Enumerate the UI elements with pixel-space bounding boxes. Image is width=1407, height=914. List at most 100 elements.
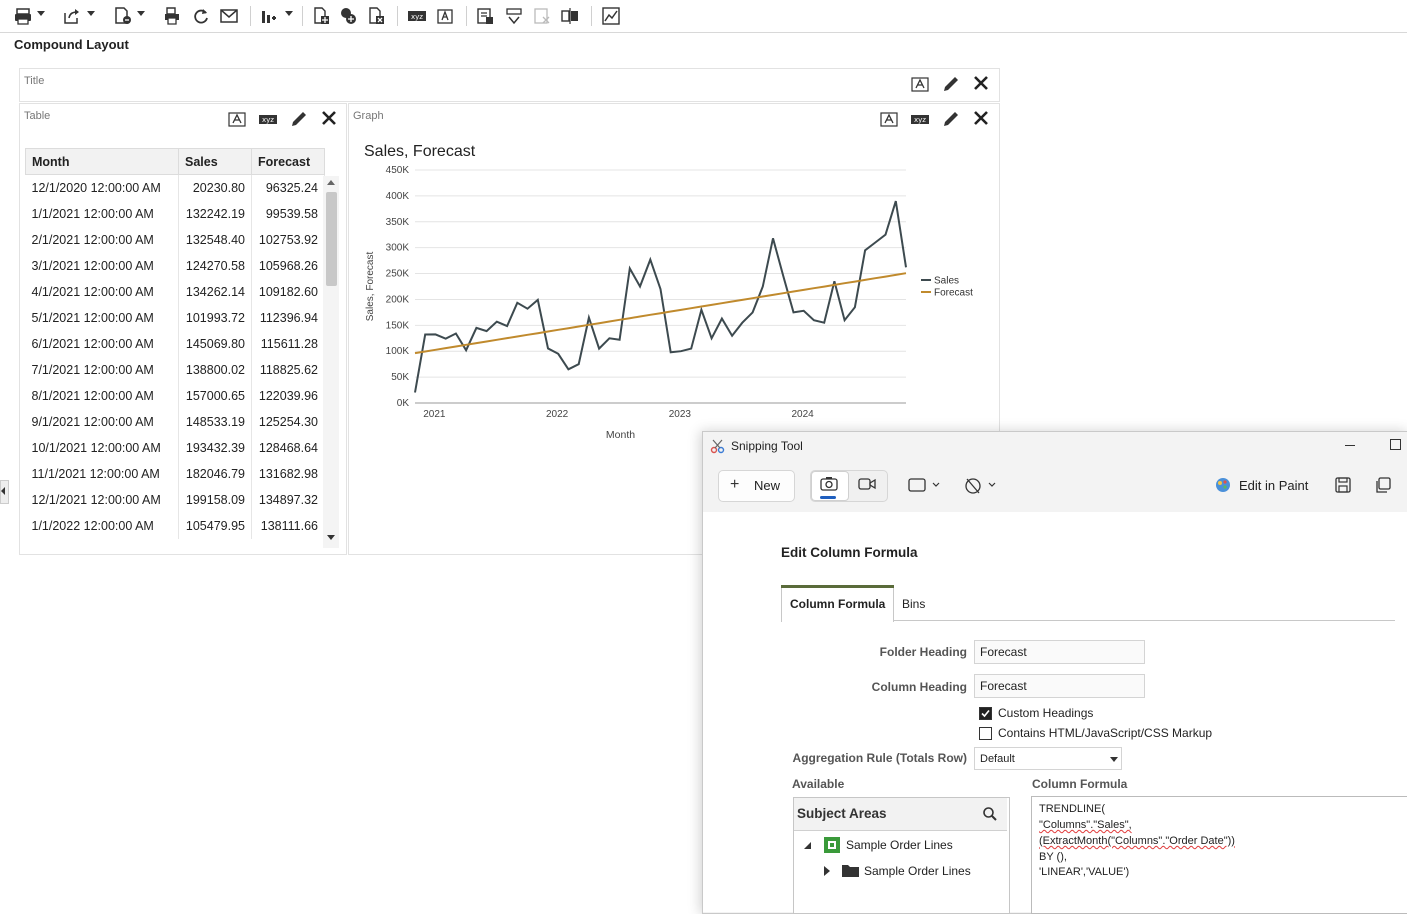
print-icon[interactable]	[14, 7, 32, 25]
chevron-down-icon[interactable]	[285, 11, 293, 16]
scroll-down-icon[interactable]	[327, 535, 335, 540]
format-container-icon[interactable]	[227, 109, 247, 129]
ungroup-icon[interactable]	[505, 7, 523, 25]
cell-sales: 132548.40	[178, 227, 252, 253]
text-format-icon[interactable]	[436, 7, 454, 25]
table-row[interactable]: 2/1/2021 12:00:00 AM 132548.40 102753.92	[25, 227, 325, 253]
table-row[interactable]: 9/1/2021 12:00:00 AM 148533.19 125254.30	[25, 409, 325, 435]
search-icon[interactable]	[982, 806, 998, 827]
collapsed-triangle-icon[interactable]	[824, 866, 830, 876]
chart-type-icon[interactable]	[260, 7, 278, 25]
close-icon[interactable]	[971, 108, 991, 128]
table-row[interactable]: 3/1/2021 12:00:00 AM 124270.58 105968.26	[25, 253, 325, 279]
tree-item-sample-order-lines[interactable]: Sample Order Lines	[846, 838, 953, 852]
table-row[interactable]: 10/1/2021 12:00:00 AM 193432.39 128468.64	[25, 435, 325, 461]
cell-forecast: 131682.98	[251, 461, 325, 487]
cell-forecast: 112396.94	[251, 305, 325, 331]
table-row[interactable]: 6/1/2021 12:00:00 AM 145069.80 115611.28	[25, 331, 325, 357]
data-table: Month Sales Forecast 12/1/2020 12:00:00 …	[25, 148, 325, 539]
cell-sales: 132242.19	[178, 201, 252, 227]
folder-heading-input[interactable]: Forecast	[974, 640, 1145, 664]
refresh-views-icon[interactable]	[114, 7, 132, 25]
chevron-down-icon[interactable]	[37, 11, 45, 16]
add-filter-icon[interactable]	[339, 7, 357, 25]
markup-label: Contains HTML/JavaScript/CSS Markup	[998, 726, 1213, 740]
column-heading-input[interactable]: Forecast	[974, 674, 1145, 698]
svg-text:xyz: xyz	[914, 116, 926, 124]
cell-sales: 157000.65	[178, 383, 252, 409]
cell-month: 12/1/2020 12:00:00 AM	[25, 174, 179, 201]
minimize-icon[interactable]	[1345, 445, 1355, 446]
chevron-down-icon[interactable]	[1110, 757, 1118, 762]
refresh-icon[interactable]	[192, 7, 210, 25]
snip-shape-icon[interactable]	[908, 477, 942, 498]
formula-line: (ExtractMonth("Columns"."Order Date"))	[1039, 835, 1235, 847]
table-row[interactable]: 4/1/2021 12:00:00 AM 134262.14 109182.60	[25, 279, 325, 305]
y-tick-label: 0K	[397, 398, 410, 409]
chart-edit-icon[interactable]	[602, 7, 620, 25]
insert-view-icon[interactable]	[476, 7, 494, 25]
format-container-icon[interactable]	[879, 109, 899, 129]
xyz-format-icon[interactable]: xyz	[408, 7, 426, 25]
page-title: Compound Layout	[14, 37, 129, 52]
video-icon[interactable]	[858, 477, 876, 496]
table-row[interactable]: 7/1/2021 12:00:00 AM 138800.02 118825.62	[25, 357, 325, 383]
cell-month: 9/1/2021 12:00:00 AM	[25, 409, 179, 435]
add-section-icon[interactable]	[367, 7, 385, 25]
close-icon[interactable]	[319, 108, 339, 128]
folder-heading-label: Folder Heading	[879, 645, 967, 659]
cell-sales: 199158.09	[178, 487, 252, 513]
column-header-sales[interactable]: Sales	[178, 148, 252, 175]
edit-pencil-icon[interactable]	[941, 74, 961, 94]
edit-in-paint-button[interactable]: Edit in Paint	[1239, 478, 1308, 493]
scrollbar-thumb[interactable]	[326, 192, 337, 286]
table-row[interactable]: 5/1/2021 12:00:00 AM 101993.72 112396.94	[25, 305, 325, 331]
cell-sales: 138800.02	[178, 357, 252, 383]
export-icon[interactable]	[63, 7, 81, 25]
active-tab-indicator	[781, 585, 894, 588]
tree-item-sample-order-lines-folder[interactable]: Sample Order Lines	[864, 864, 971, 878]
print-view-icon[interactable]	[163, 7, 181, 25]
y-tick-label: 400K	[386, 191, 410, 202]
table-row[interactable]: 12/1/2021 12:00:00 AM 199158.09 134897.32	[25, 487, 325, 513]
expanded-triangle-icon[interactable]	[804, 842, 811, 849]
table-row[interactable]: 1/1/2021 12:00:00 AM 132242.19 99539.58	[25, 201, 325, 227]
delay-timer-icon[interactable]	[964, 476, 998, 499]
cell-forecast: 99539.58	[251, 201, 325, 227]
plus-icon: +	[730, 476, 740, 493]
toolbar-divider	[591, 6, 592, 26]
chevron-left-icon[interactable]	[1, 487, 5, 495]
y-tick-label: 350K	[386, 217, 410, 228]
column-header-month[interactable]: Month	[25, 148, 179, 175]
table-row[interactable]: 8/1/2021 12:00:00 AM 157000.65 122039.96	[25, 383, 325, 409]
split-view-icon[interactable]	[561, 7, 579, 25]
table-row[interactable]: 1/1/2022 12:00:00 AM 105479.95 138111.66	[25, 513, 325, 539]
edit-pencil-icon[interactable]	[289, 109, 309, 129]
chevron-down-icon[interactable]	[137, 11, 145, 16]
chevron-down-icon[interactable]	[87, 11, 95, 16]
table-row[interactable]: 11/1/2021 12:00:00 AM 182046.79 131682.98	[25, 461, 325, 487]
toolbar-divider	[397, 6, 398, 26]
cell-sales: 145069.80	[178, 331, 252, 357]
cell-sales: 101993.72	[178, 305, 252, 331]
subject-areas-title: Subject Areas	[797, 806, 887, 821]
edit-pencil-icon[interactable]	[941, 109, 961, 129]
format-container-icon[interactable]	[910, 74, 930, 94]
table-row[interactable]: 12/1/2020 12:00:00 AM 20230.80 96325.24	[25, 174, 325, 201]
tab-bins[interactable]: Bins	[902, 597, 925, 611]
close-icon[interactable]	[971, 73, 991, 93]
aggregation-rule-select[interactable]: Default	[974, 747, 1122, 770]
email-icon[interactable]	[220, 7, 238, 25]
xyz-format-icon[interactable]: xyz	[258, 109, 278, 129]
markup-checkbox[interactable]	[979, 727, 992, 740]
xyz-format-icon[interactable]: xyz	[910, 109, 930, 129]
formula-line: "Columns"."Sales",	[1039, 819, 1132, 831]
copy-icon[interactable]	[1375, 477, 1391, 498]
maximize-icon[interactable]	[1390, 439, 1401, 450]
custom-headings-checkbox[interactable]	[979, 707, 992, 720]
scroll-up-icon[interactable]	[327, 180, 335, 185]
add-view-icon[interactable]	[312, 7, 330, 25]
column-header-forecast[interactable]: Forecast	[251, 148, 325, 175]
save-icon[interactable]	[1335, 477, 1351, 498]
column-formula-label: Column Formula	[1032, 777, 1128, 791]
